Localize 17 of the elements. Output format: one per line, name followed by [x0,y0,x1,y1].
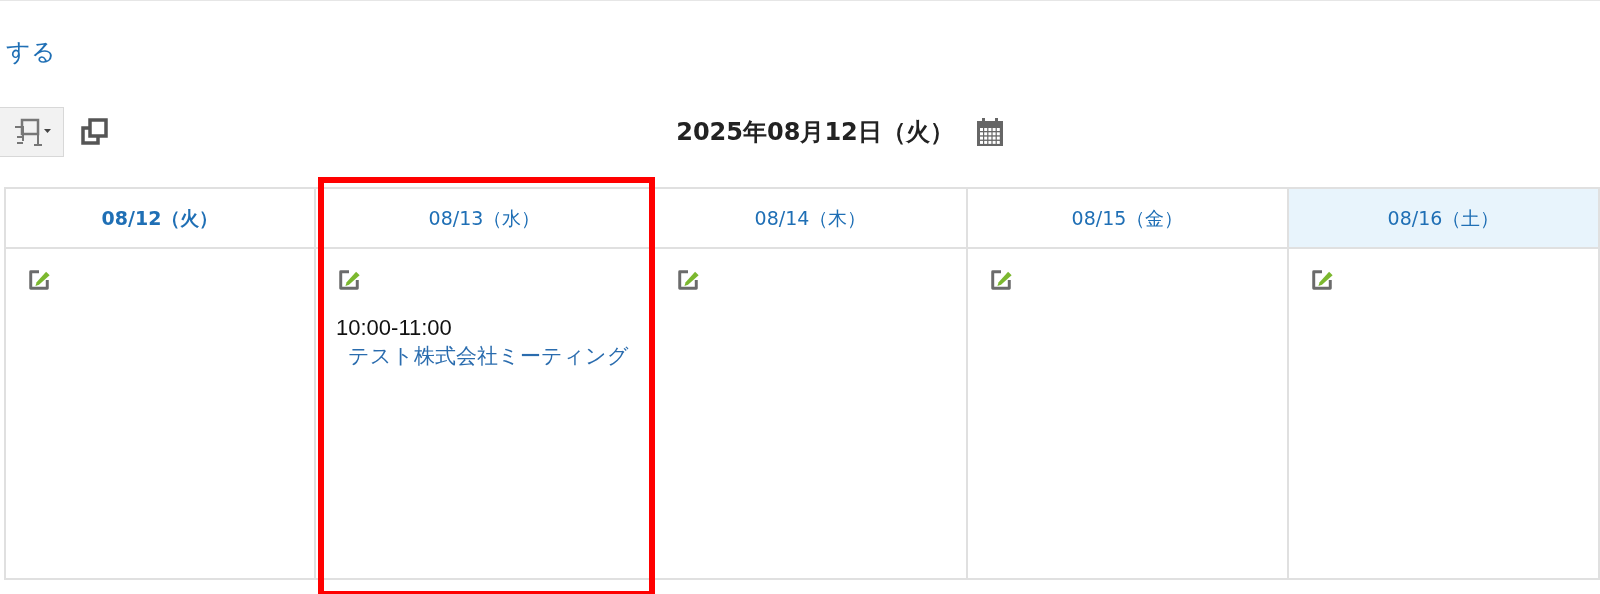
event-time: 10:00-11:00 [336,315,452,341]
day-header[interactable]: 08/14（木） [655,189,968,249]
day-header[interactable]: 08/16（土） [1289,189,1600,249]
date-title: 2025年08月12日（火） [676,117,954,148]
edit-icon[interactable] [336,267,362,293]
layout-icon [12,117,51,147]
calendar-icon[interactable] [975,117,1004,147]
edit-icon[interactable] [1309,267,1335,293]
top-link[interactable]: する [0,34,56,70]
copy-icon[interactable] [80,118,110,146]
day-header[interactable]: 08/12（火） [6,189,316,249]
day-header[interactable]: 08/15（金） [968,189,1289,249]
edit-icon[interactable] [675,267,701,293]
event-title[interactable]: テスト株式会社ミーティング [348,341,629,371]
edit-icon[interactable] [988,267,1014,293]
layout-dropdown-button[interactable] [0,107,64,157]
edit-icon[interactable] [26,267,52,293]
